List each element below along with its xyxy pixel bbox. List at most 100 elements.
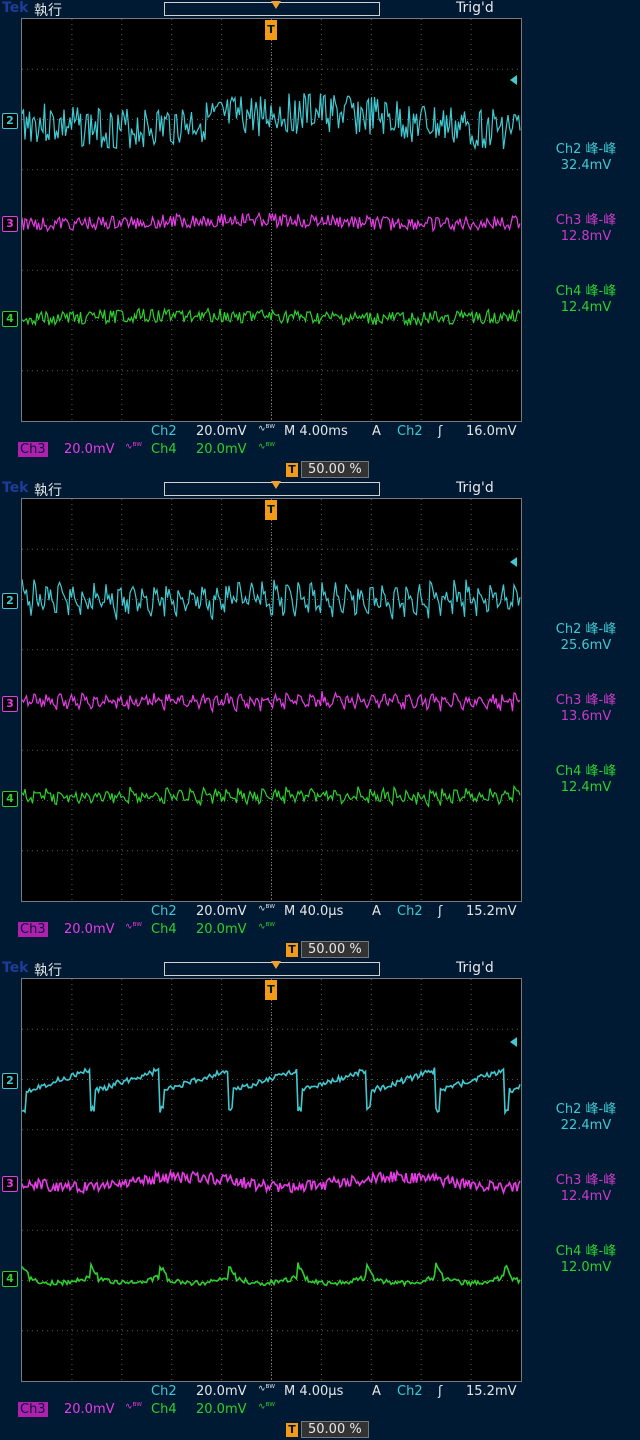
trigger-level: 16.0mV [466, 424, 517, 439]
trigger-level: 15.2mV [466, 1384, 517, 1399]
trigger-t-icon: T [286, 942, 298, 957]
trigger-position[interactable]: T 50.00 % [286, 941, 369, 958]
ch4-marker[interactable]: 4 [2, 311, 18, 327]
status-row-2: Ch3 20.0mV ∿ᴮᵂ Ch4 20.0mV ∿ᴮᵂ [0, 442, 640, 460]
record-cursor-icon [271, 1, 281, 9]
ch4-bw-icon: ∿ᴮᵂ [258, 1402, 276, 1412]
bw-limit-icon: ∿ᴮᵂ [258, 1384, 276, 1394]
ch2-label[interactable]: Ch2 [151, 424, 177, 439]
trigger-level-icon[interactable] [510, 1037, 517, 1047]
bw-limit-icon: ∿ᴮᵂ [258, 424, 276, 434]
trigger-source[interactable]: Ch2 [397, 1384, 423, 1399]
status-row-1: Ch2 20.0mV ∿ᴮᵂ M 4.00ms A Ch2 ʃ 16.0mV [0, 424, 640, 442]
ch2-marker[interactable]: 2 [2, 593, 18, 609]
ch3-bw-icon: ∿ᴮᵂ [125, 922, 143, 932]
ch2-measurement: Ch2 峰-峰 22.4mV [555, 1102, 617, 1133]
status-row-3: T 50.00 % [0, 1421, 640, 1439]
ch2-label[interactable]: Ch2 [151, 904, 177, 919]
trigger-source[interactable]: Ch2 [397, 904, 423, 919]
record-cursor-icon [271, 961, 281, 969]
record-position-bar[interactable] [164, 481, 380, 496]
record-position-bar[interactable] [164, 1, 380, 16]
ch3-marker[interactable]: 3 [2, 216, 18, 232]
acq-mode: A [372, 424, 381, 439]
status-row-3: T 50.00 % [0, 941, 640, 959]
ch3-label[interactable]: Ch3 [18, 442, 48, 457]
ch2-marker[interactable]: 2 [2, 113, 18, 129]
scope-header: Tek 執行 Trig'd [0, 960, 640, 979]
trigger-status: Trig'd [456, 480, 494, 496]
trigger-level-icon[interactable] [510, 557, 517, 567]
brand-logo: Tek [2, 960, 29, 976]
trigger-position-marker[interactable]: T [265, 500, 277, 520]
trigger-percent: 50.00 % [301, 941, 369, 958]
record-position-bar[interactable] [164, 961, 380, 976]
trigger-source[interactable]: Ch2 [397, 424, 423, 439]
trigger-t-icon: T [286, 1422, 298, 1437]
trigger-position-marker[interactable]: T [265, 980, 277, 1000]
ch4-bw-icon: ∿ᴮᵂ [258, 922, 276, 932]
trigger-slope-icon: ʃ [438, 424, 443, 439]
trigger-position-marker[interactable]: T [265, 20, 277, 40]
ch4-bw-icon: ∿ᴮᵂ [258, 442, 276, 452]
brand-logo: Tek [2, 0, 29, 16]
ch3-bw-icon: ∿ᴮᵂ [125, 1402, 143, 1412]
trigger-position[interactable]: T 50.00 % [286, 461, 369, 478]
trigger-status: Trig'd [456, 0, 494, 16]
trigger-status: Trig'd [456, 960, 494, 976]
run-mode: 執行 [34, 483, 62, 499]
ch2-scale: 20.0mV [196, 424, 247, 439]
scope-panel-1: Tek 執行 Trig'd T 2 3 4 Ch2 峰-峰 32.4mV Ch3 … [0, 0, 640, 480]
ch4-scale: 20.0mV [196, 1402, 247, 1417]
run-mode: 執行 [34, 3, 62, 19]
ch4-measurement: Ch4 峰-峰 12.4mV [555, 764, 617, 795]
waveform-graticule[interactable] [21, 498, 522, 902]
ch2-scale: 20.0mV [196, 1384, 247, 1399]
ch2-measurement: Ch2 峰-峰 25.6mV [555, 622, 617, 653]
ch4-marker[interactable]: 4 [2, 791, 18, 807]
trigger-slope-icon: ʃ [438, 904, 443, 919]
trigger-percent: 50.00 % [301, 1421, 369, 1438]
trigger-level-icon[interactable] [510, 75, 517, 85]
ch2-measurement: Ch2 峰-峰 32.4mV [555, 142, 617, 173]
timebase[interactable]: M 40.0µs [284, 904, 343, 919]
ch2-marker[interactable]: 2 [2, 1073, 18, 1089]
status-row-1: Ch2 20.0mV ∿ᴮᵂ M 40.0µs A Ch2 ʃ 15.2mV [0, 904, 640, 922]
bw-limit-icon: ∿ᴮᵂ [258, 904, 276, 914]
ch3-bw-icon: ∿ᴮᵂ [125, 442, 143, 452]
status-row-2: Ch3 20.0mV ∿ᴮᵂ Ch4 20.0mV ∿ᴮᵂ [0, 1402, 640, 1420]
ch2-label[interactable]: Ch2 [151, 1384, 177, 1399]
ch3-marker[interactable]: 3 [2, 1176, 18, 1192]
scope-panel-2: Tek 執行 Trig'd T 2 3 4 Ch2 峰-峰 25.6mV Ch3 … [0, 480, 640, 960]
ch3-scale: 20.0mV [64, 922, 115, 937]
ch3-scale: 20.0mV [64, 442, 115, 457]
ch4-label[interactable]: Ch4 [151, 442, 177, 457]
waveform-graticule[interactable] [21, 978, 522, 1382]
ch4-measurement: Ch4 峰-峰 12.0mV [555, 1244, 617, 1275]
ch4-measurement: Ch4 峰-峰 12.4mV [555, 284, 617, 315]
ch3-label[interactable]: Ch3 [18, 1402, 48, 1417]
status-row-1: Ch2 20.0mV ∿ᴮᵂ M 4.00µs A Ch2 ʃ 15.2mV [0, 1384, 640, 1402]
ch3-measurement: Ch3 峰-峰 12.4mV [555, 1173, 617, 1204]
status-row-2: Ch3 20.0mV ∿ᴮᵂ Ch4 20.0mV ∿ᴮᵂ [0, 922, 640, 940]
ch3-measurement: Ch3 峰-峰 12.8mV [555, 213, 617, 244]
ch3-label[interactable]: Ch3 [18, 922, 48, 937]
trigger-position[interactable]: T 50.00 % [286, 1421, 369, 1438]
ch3-scale: 20.0mV [64, 1402, 115, 1417]
ch4-marker[interactable]: 4 [2, 1271, 18, 1287]
waveform-plot [22, 19, 521, 421]
waveform-graticule[interactable] [21, 18, 522, 422]
ch4-scale: 20.0mV [196, 442, 247, 457]
scope-header: Tek 執行 Trig'd [0, 0, 640, 19]
ch3-marker[interactable]: 3 [2, 696, 18, 712]
timebase[interactable]: M 4.00µs [284, 1384, 343, 1399]
trigger-level: 15.2mV [466, 904, 517, 919]
ch4-label[interactable]: Ch4 [151, 922, 177, 937]
record-cursor-icon [271, 481, 281, 489]
timebase[interactable]: M 4.00ms [284, 424, 348, 439]
scope-panel-3: Tek 執行 Trig'd T 2 3 4 Ch2 峰-峰 22.4mV Ch3 … [0, 960, 640, 1440]
status-row-3: T 50.00 % [0, 461, 640, 479]
ch2-scale: 20.0mV [196, 904, 247, 919]
acq-mode: A [372, 1384, 381, 1399]
ch4-label[interactable]: Ch4 [151, 1402, 177, 1417]
